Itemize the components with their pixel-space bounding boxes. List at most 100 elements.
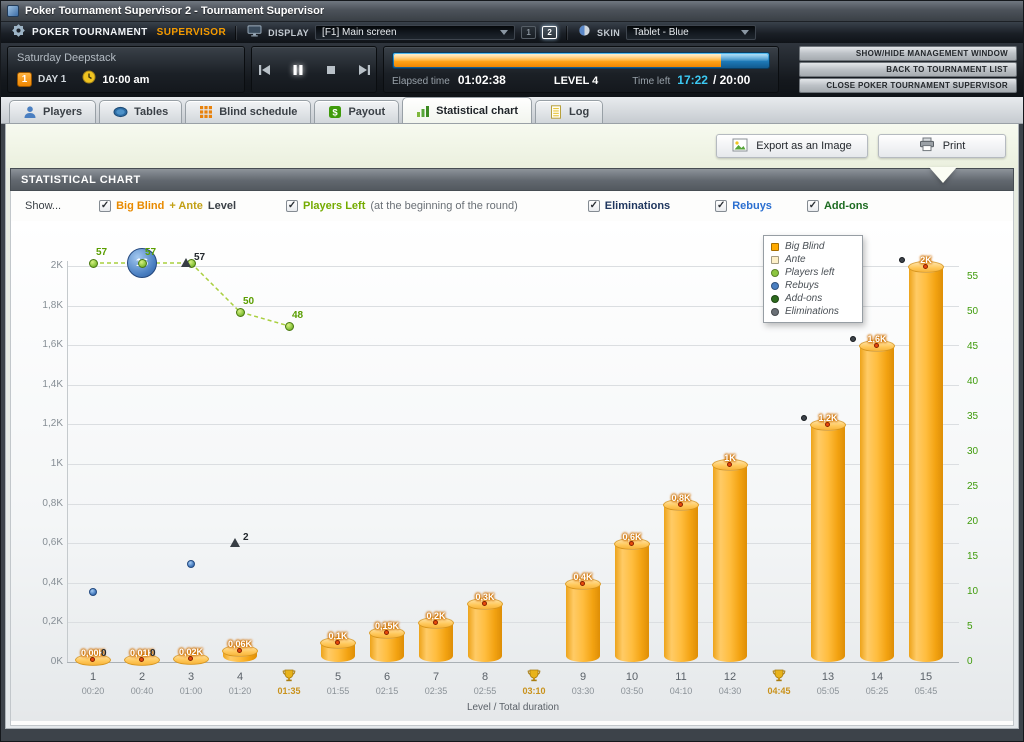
tables-icon bbox=[113, 105, 128, 119]
filter-label-level: Level bbox=[208, 200, 236, 212]
tab-payout[interactable]: $ Payout bbox=[314, 100, 399, 123]
ante-value-label: 0 bbox=[150, 648, 156, 659]
checkbox-blinds[interactable] bbox=[99, 200, 111, 212]
checkbox-eliminations[interactable] bbox=[588, 200, 600, 212]
display-select[interactable]: [F1] Main screen bbox=[315, 25, 515, 40]
players-left-value-label: 57 bbox=[96, 247, 107, 258]
close-tournament-supervisor-button[interactable]: CLOSE POKER TOURNAMENT SUPERVISOR bbox=[799, 78, 1017, 93]
legend-label: Players left bbox=[785, 267, 834, 278]
level-label: LEVEL 4 bbox=[554, 75, 598, 87]
skin-select[interactable]: Tablet - Blue bbox=[626, 25, 756, 40]
tournament-info-panel: Saturday Deepstack 1 DAY 1 10:00 am bbox=[7, 46, 245, 93]
legend-marker-icon bbox=[771, 269, 779, 277]
payout-icon: $ bbox=[328, 105, 342, 119]
tab-statistical-chart[interactable]: Statistical chart bbox=[402, 97, 532, 123]
filter-players-left[interactable]: Players Left (at the beginning of the ro… bbox=[286, 200, 518, 212]
checkbox-players-left[interactable] bbox=[286, 200, 298, 212]
legend-marker-icon bbox=[771, 243, 779, 251]
checkbox-addons[interactable] bbox=[807, 200, 819, 212]
tab-log[interactable]: Log bbox=[535, 100, 603, 123]
legend-label: Add-ons bbox=[785, 293, 822, 304]
skip-to-start-button[interactable] bbox=[254, 56, 276, 84]
tournament-name: Saturday Deepstack bbox=[17, 52, 235, 64]
chart-filter-row: Show... Big Blind + Ante Level Players L… bbox=[11, 191, 1013, 221]
filter-eliminations[interactable]: Eliminations bbox=[588, 200, 670, 212]
time-left-value: 17:22 bbox=[677, 73, 708, 87]
show-hide-management-window-button[interactable]: SHOW/HIDE MANAGEMENT WINDOW bbox=[799, 46, 1017, 61]
tab-label: Payout bbox=[348, 106, 385, 118]
tab-label: Statistical chart bbox=[436, 105, 518, 117]
legend-item: Rebuys bbox=[771, 279, 855, 292]
day-badge: 1 bbox=[17, 72, 32, 87]
section-title: STATISTICAL CHART bbox=[21, 174, 141, 186]
section-header: STATISTICAL CHART bbox=[10, 168, 1014, 191]
image-icon bbox=[732, 138, 748, 155]
filter-blinds[interactable]: Big Blind + Ante Level bbox=[99, 200, 236, 212]
players-left-point bbox=[236, 308, 245, 317]
tab-label: Blind schedule bbox=[219, 106, 297, 118]
tab-bar: Players Tables Blind schedule $ Payout bbox=[1, 97, 1023, 124]
legend-item: Big Blind bbox=[771, 240, 855, 253]
players-icon bbox=[23, 105, 37, 119]
chart-canvas: Big BlindAnte Players leftRebuysAdd-onsEl… bbox=[11, 221, 1013, 721]
legend-item: Eliminations bbox=[771, 305, 855, 318]
show-label: Show... bbox=[25, 200, 61, 212]
print-button-label: Print bbox=[943, 140, 966, 152]
ante-marker-dot bbox=[482, 601, 487, 606]
players-left-point bbox=[285, 322, 294, 331]
ante-value-label: 0 bbox=[101, 648, 107, 659]
players-left-value-label: 50 bbox=[243, 296, 254, 307]
level-progress-fill bbox=[394, 54, 721, 67]
tab-tables[interactable]: Tables bbox=[99, 100, 182, 123]
ante-marker-dot bbox=[678, 502, 683, 507]
filter-rebuys[interactable]: Rebuys bbox=[715, 200, 772, 212]
export-as-image-button[interactable]: Export as an Image bbox=[716, 134, 868, 158]
callout-pointer bbox=[929, 167, 957, 183]
chevron-down-icon bbox=[741, 30, 749, 35]
legend-label: Ante bbox=[785, 254, 806, 265]
filter-label-addons: Add-ons bbox=[824, 200, 869, 212]
content-area: Export as an Image Print STATISTICAL CHA… bbox=[5, 124, 1019, 729]
tab-players[interactable]: Players bbox=[9, 100, 96, 123]
day-label: DAY 1 bbox=[38, 74, 66, 85]
eliminations-value-label: 2 bbox=[243, 532, 249, 543]
skip-to-end-button[interactable] bbox=[353, 56, 375, 84]
start-time: 10:00 am bbox=[102, 74, 149, 86]
tab-label: Players bbox=[43, 106, 82, 118]
legend-item: Players left bbox=[771, 266, 855, 279]
export-button-label: Export as an Image bbox=[756, 140, 851, 152]
window-title: Poker Tournament Supervisor 2 - Tourname… bbox=[25, 5, 324, 17]
legend-item: Add-ons bbox=[771, 292, 855, 305]
stop-button[interactable] bbox=[320, 56, 342, 84]
print-button[interactable]: Print bbox=[878, 134, 1006, 158]
top-bar: POKER TOURNAMENT SUPERVISOR DISPLAY [F1]… bbox=[1, 22, 1023, 43]
log-icon bbox=[549, 105, 563, 119]
playback-panel bbox=[251, 46, 377, 93]
filter-label-rebuys: Rebuys bbox=[732, 200, 772, 212]
svg-text:$: $ bbox=[333, 108, 339, 119]
elapsed-time-value: 01:02:38 bbox=[458, 73, 506, 87]
tab-blind-schedule[interactable]: Blind schedule bbox=[185, 100, 311, 123]
time-total-value: / 20:00 bbox=[713, 73, 750, 87]
logo-text-poker-tournament: POKER TOURNAMENT bbox=[32, 27, 148, 38]
skin-icon bbox=[578, 24, 591, 42]
skin-section: SKIN Tablet - Blue bbox=[568, 22, 766, 43]
monitor-2-button[interactable]: 2 bbox=[542, 26, 557, 39]
legend-marker-icon bbox=[771, 295, 779, 303]
checkbox-rebuys[interactable] bbox=[715, 200, 727, 212]
monitor-1-button[interactable]: 1 bbox=[521, 26, 536, 39]
legend-item: Ante bbox=[771, 253, 855, 266]
filter-label-big-blind: Big Blind bbox=[116, 200, 164, 212]
filter-addons[interactable]: Add-ons bbox=[807, 200, 869, 212]
chart-legend: Big BlindAnte Players leftRebuysAdd-onsEl… bbox=[763, 235, 863, 323]
display-icon bbox=[247, 24, 262, 42]
display-select-value: [F1] Main screen bbox=[322, 27, 396, 38]
filter-label-eliminations: Eliminations bbox=[605, 200, 670, 212]
app-window: Poker Tournament Supervisor 2 - Tourname… bbox=[0, 0, 1024, 742]
eliminations-triangle bbox=[181, 258, 191, 267]
legend-marker-icon bbox=[771, 256, 779, 264]
back-to-tournament-list-button[interactable]: BACK TO TOURNAMENT LIST bbox=[799, 62, 1017, 77]
chart-toolbar: Export as an Image Print bbox=[6, 124, 1018, 168]
eliminations-value-label: 57 bbox=[194, 252, 205, 263]
pause-button[interactable] bbox=[287, 56, 309, 84]
